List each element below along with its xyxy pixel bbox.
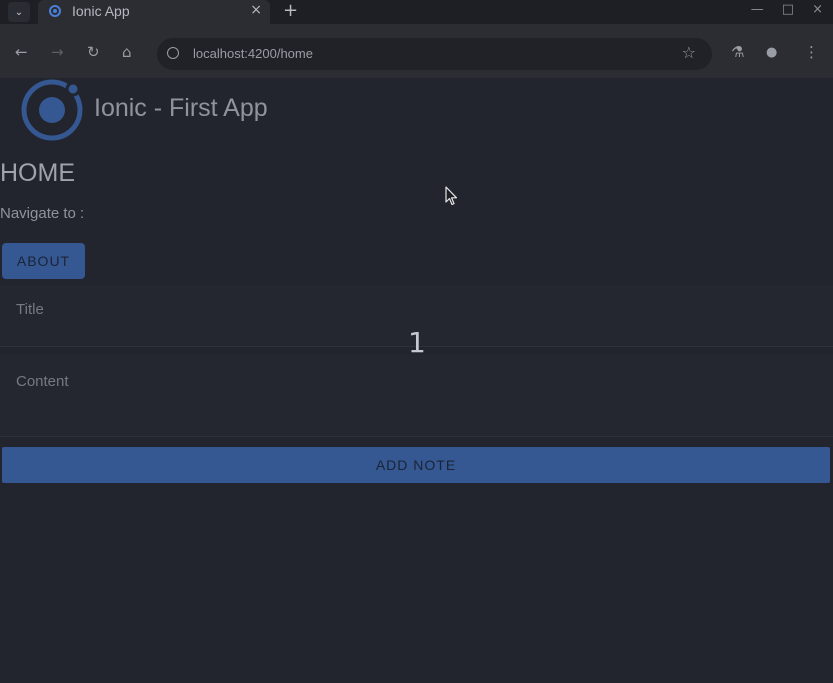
maximize-button[interactable]: □ bbox=[782, 2, 794, 17]
home-icon[interactable]: ⌂ bbox=[122, 44, 132, 60]
mouse-cursor-icon bbox=[445, 186, 458, 206]
tab-strip: ⌄ Ionic App × + — □ × bbox=[0, 0, 833, 24]
tab-menu-icon[interactable]: ⌄ bbox=[8, 2, 30, 22]
forward-icon[interactable]: → bbox=[51, 44, 64, 60]
tab-title: Ionic App bbox=[72, 3, 130, 19]
app-page: Ionic - First App HOME Navigate to : ABO… bbox=[0, 78, 833, 683]
browser-toolbar: ← → ↻ ⌂ localhost:4200/home ☆ ⚗ ● ⋮ bbox=[0, 24, 833, 78]
site-info-icon[interactable] bbox=[167, 47, 179, 59]
app-title: Ionic - First App bbox=[94, 94, 268, 122]
labs-icon[interactable]: ⚗ bbox=[731, 43, 744, 61]
bookmark-star-icon[interactable]: ☆ bbox=[682, 43, 696, 62]
reload-icon[interactable]: ↻ bbox=[87, 44, 100, 60]
navigate-label: Navigate to : bbox=[0, 205, 85, 222]
content-field[interactable]: Content bbox=[0, 355, 833, 437]
window-close-button[interactable]: × bbox=[812, 2, 823, 17]
more-menu-icon[interactable]: ⋮ bbox=[804, 43, 819, 61]
tab-close-button[interactable]: × bbox=[250, 2, 262, 18]
ionic-logo-icon bbox=[21, 79, 83, 141]
browser-window: ⌄ Ionic App × + — □ × ← → ↻ ⌂ localhost:… bbox=[0, 0, 833, 683]
page-title: HOME bbox=[0, 159, 75, 187]
add-note-button[interactable]: ADD NOTE bbox=[2, 447, 830, 483]
back-icon[interactable]: ← bbox=[15, 44, 28, 60]
title-field-label: Title bbox=[16, 301, 44, 318]
ionic-favicon-icon bbox=[49, 5, 61, 17]
new-tab-button[interactable]: + bbox=[283, 0, 298, 21]
url-text[interactable]: localhost:4200/home bbox=[193, 46, 313, 61]
app-header: Ionic - First App bbox=[0, 78, 833, 144]
address-bar[interactable]: localhost:4200/home ☆ bbox=[157, 38, 712, 70]
minimize-button[interactable]: — bbox=[751, 2, 764, 17]
tab-ionic-app[interactable]: Ionic App × bbox=[38, 0, 270, 24]
content-field-label: Content bbox=[16, 373, 69, 390]
about-button[interactable]: ABOUT bbox=[2, 243, 85, 279]
profile-icon[interactable]: ● bbox=[766, 45, 777, 60]
window-controls: — □ × bbox=[751, 2, 823, 17]
